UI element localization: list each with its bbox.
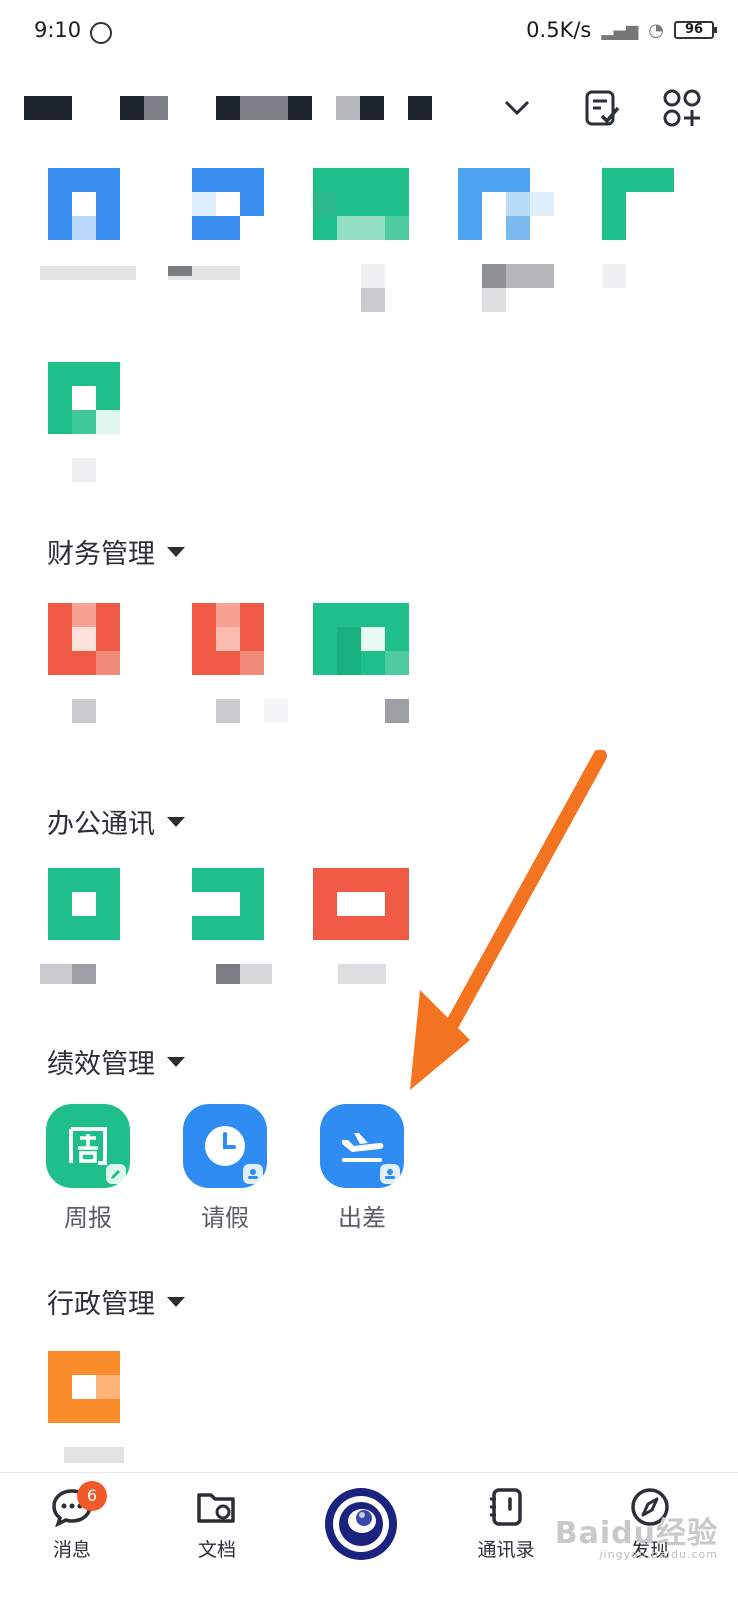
person-badge-icon <box>380 1164 400 1184</box>
section-admin[interactable]: 行政管理 <box>47 1282 185 1321</box>
section-finance-title: 财务管理 <box>47 539 155 570</box>
airplane-icon <box>320 1104 404 1188</box>
battery-icon: 96 <box>674 21 717 39</box>
section-finance[interactable]: 财务管理 <box>47 532 185 571</box>
pixelated-labels-office <box>0 964 738 984</box>
nav-center-logo[interactable] <box>316 1479 406 1573</box>
edit-badge-icon <box>106 1164 126 1184</box>
section-office-title: 办公通讯 <box>47 809 155 840</box>
app-business-trip[interactable]: 出差 <box>307 1104 417 1233</box>
pixelated-office-app-2[interactable] <box>192 868 264 940</box>
app-weekly-report-label: 周报 <box>64 1204 112 1232</box>
pixelated-app-3[interactable] <box>313 168 409 240</box>
status-bar-right: 0.5K/s ▂▄▆ ◔ 96 <box>526 18 717 42</box>
folder-icon <box>197 1493 235 1523</box>
clock-icon <box>183 1104 267 1188</box>
annotation-arrow <box>400 749 610 1104</box>
app-business-trip-label: 出差 <box>338 1204 386 1232</box>
section-admin-title: 行政管理 <box>47 1289 155 1320</box>
pixelated-finance-app-1[interactable] <box>48 603 120 675</box>
watermark: Baidu经验 jingyan.baidu.com <box>555 1508 718 1561</box>
messages-badge: 6 <box>77 1481 107 1511</box>
pixelated-app-1[interactable] <box>48 168 120 240</box>
section-office[interactable]: 办公通讯 <box>47 802 185 841</box>
app-grid-add-icon[interactable] <box>662 88 702 132</box>
nav-contacts-label: 通讯录 <box>477 1539 535 1561</box>
status-time: 9:10 <box>34 18 82 42</box>
nav-contacts[interactable]: 通讯录 <box>461 1487 551 1562</box>
tenant-name-pixelated[interactable] <box>24 96 444 120</box>
caret-down-icon[interactable] <box>167 1056 185 1067</box>
pixelated-admin-app-1[interactable] <box>48 1351 120 1423</box>
app-logo-icon <box>325 1488 397 1560</box>
pixelated-finance-app-2[interactable] <box>192 603 264 675</box>
network-speed: 0.5K/s <box>526 18 592 42</box>
contacts-book-icon <box>490 1488 522 1526</box>
app-weekly-report[interactable]: 周报 <box>33 1104 143 1233</box>
caret-down-icon[interactable] <box>167 816 185 827</box>
nav-messages[interactable]: 6 消息 <box>27 1481 117 1562</box>
dnd-icon <box>90 22 112 44</box>
pixelated-app-4[interactable] <box>458 168 554 240</box>
weekly-report-icon <box>46 1104 130 1188</box>
app-leave[interactable]: 请假 <box>170 1104 280 1233</box>
pixelated-office-app-1[interactable] <box>48 868 120 940</box>
pixelated-label-6 <box>72 458 96 482</box>
signal-icon: ▂▄▆ <box>601 20 639 40</box>
approval-icon[interactable] <box>582 88 622 132</box>
pixelated-label-admin <box>64 1447 124 1463</box>
wifi-icon: ◔ <box>648 19 664 41</box>
pixelated-app-2[interactable] <box>192 168 264 240</box>
app-leave-label: 请假 <box>201 1204 249 1232</box>
section-performance-title: 绩效管理 <box>47 1049 155 1080</box>
chevron-down-icon[interactable] <box>502 92 532 126</box>
watermark-brand: Baidu经验 <box>554 1516 718 1551</box>
pixelated-app-6[interactable] <box>48 362 120 434</box>
person-badge-icon <box>243 1164 263 1184</box>
pixelated-app-5[interactable] <box>602 168 674 240</box>
pixelated-labels-finance <box>0 699 738 723</box>
pixelated-labels-row1 <box>0 264 738 312</box>
nav-docs-label: 文档 <box>197 1539 236 1561</box>
nav-docs[interactable]: 文档 <box>172 1487 262 1562</box>
nav-messages-label: 消息 <box>52 1539 91 1561</box>
caret-down-icon[interactable] <box>167 546 185 557</box>
section-performance[interactable]: 绩效管理 <box>47 1042 185 1081</box>
pixelated-office-app-3[interactable] <box>313 868 409 940</box>
pixelated-finance-app-3[interactable] <box>313 603 409 675</box>
caret-down-icon[interactable] <box>167 1296 185 1307</box>
